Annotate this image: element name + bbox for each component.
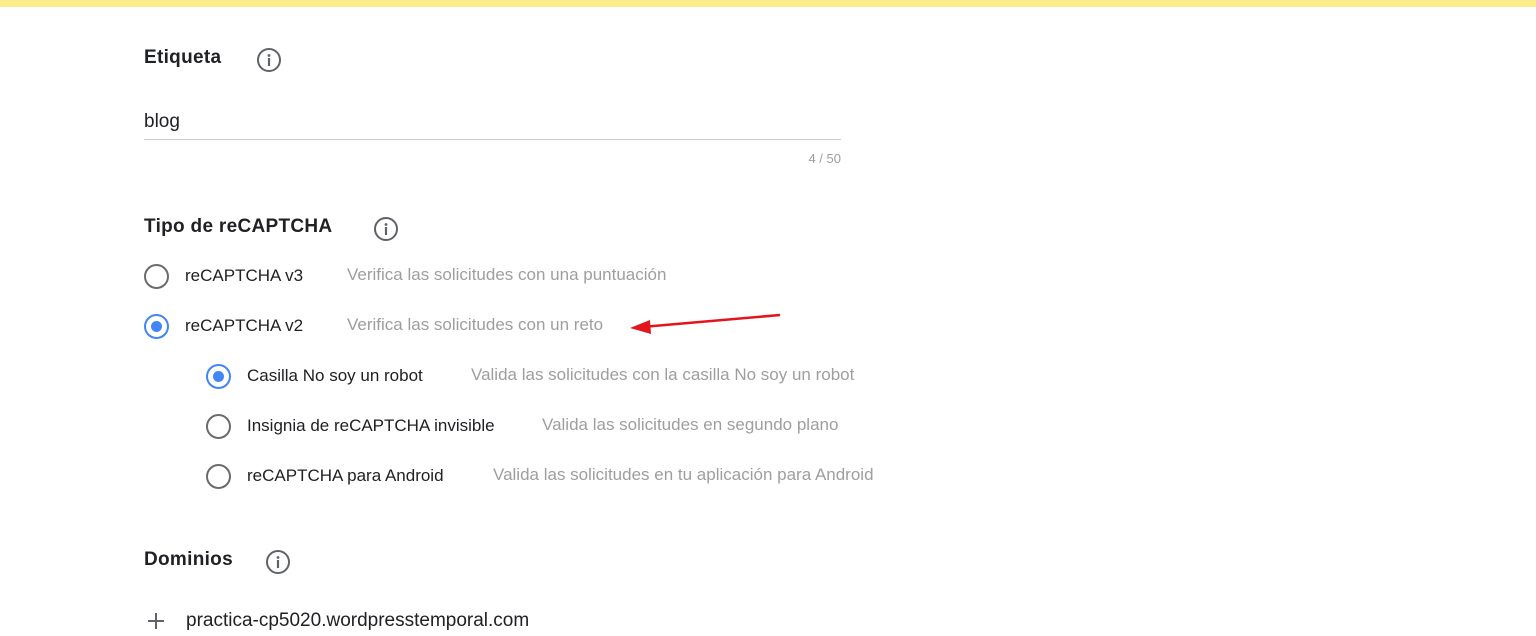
domain-list-item: practica-cp5020.wordpresstemporal.com [144, 606, 529, 636]
radio-button-android[interactable] [206, 463, 231, 489]
domains-section-title: Dominios [144, 549, 233, 570]
info-icon[interactable] [256, 47, 282, 73]
radio-option-checkbox[interactable]: Casilla No soy un robot [206, 361, 423, 391]
label-section-title: Etiqueta [144, 47, 222, 68]
info-icon[interactable] [265, 549, 291, 575]
info-icon[interactable] [373, 216, 399, 242]
radio-label-v3: reCAPTCHA v3 [185, 266, 304, 285]
radio-option-android[interactable]: reCAPTCHA para Android [206, 461, 444, 491]
recaptcha-type-title: Tipo de reCAPTCHA [144, 216, 333, 237]
radio-button-v2[interactable] [144, 313, 169, 339]
radio-label-android: reCAPTCHA para Android [247, 466, 444, 485]
radio-description-android: Valida las solicitudes en tu aplicación … [493, 465, 874, 484]
radio-option-v3[interactable]: reCAPTCHA v3 [144, 261, 303, 291]
domain-value: practica-cp5020.wordpresstemporal.com [186, 610, 530, 631]
radio-description-v3: Verifica las solicitudes con una puntuac… [347, 265, 667, 284]
radio-button-v3[interactable] [144, 263, 169, 289]
radio-label-v2: reCAPTCHA v2 [185, 316, 304, 335]
radio-description-checkbox: Valida las solicitudes con la casilla No… [471, 365, 855, 384]
top-accent-bar [0, 0, 1536, 7]
label-field[interactable] [144, 108, 841, 140]
character-counter: 4 / 50 [808, 151, 841, 166]
radio-label-checkbox: Casilla No soy un robot [247, 366, 423, 385]
radio-option-v2[interactable]: reCAPTCHA v2 [144, 311, 303, 341]
radio-description-invisible: Valida las solicitudes en segundo plano [542, 415, 839, 434]
radio-button-invisible[interactable] [206, 413, 231, 439]
radio-button-checkbox[interactable] [206, 363, 231, 389]
radio-description-v2: Verifica las solicitudes con un reto [347, 315, 604, 334]
label-input[interactable] [144, 108, 841, 136]
red-arrow-annotation [630, 313, 781, 334]
radio-option-invisible[interactable]: Insignia de reCAPTCHA invisible [206, 411, 495, 441]
radio-label-invisible: Insignia de reCAPTCHA invisible [247, 416, 495, 435]
plus-icon[interactable] [144, 609, 168, 633]
